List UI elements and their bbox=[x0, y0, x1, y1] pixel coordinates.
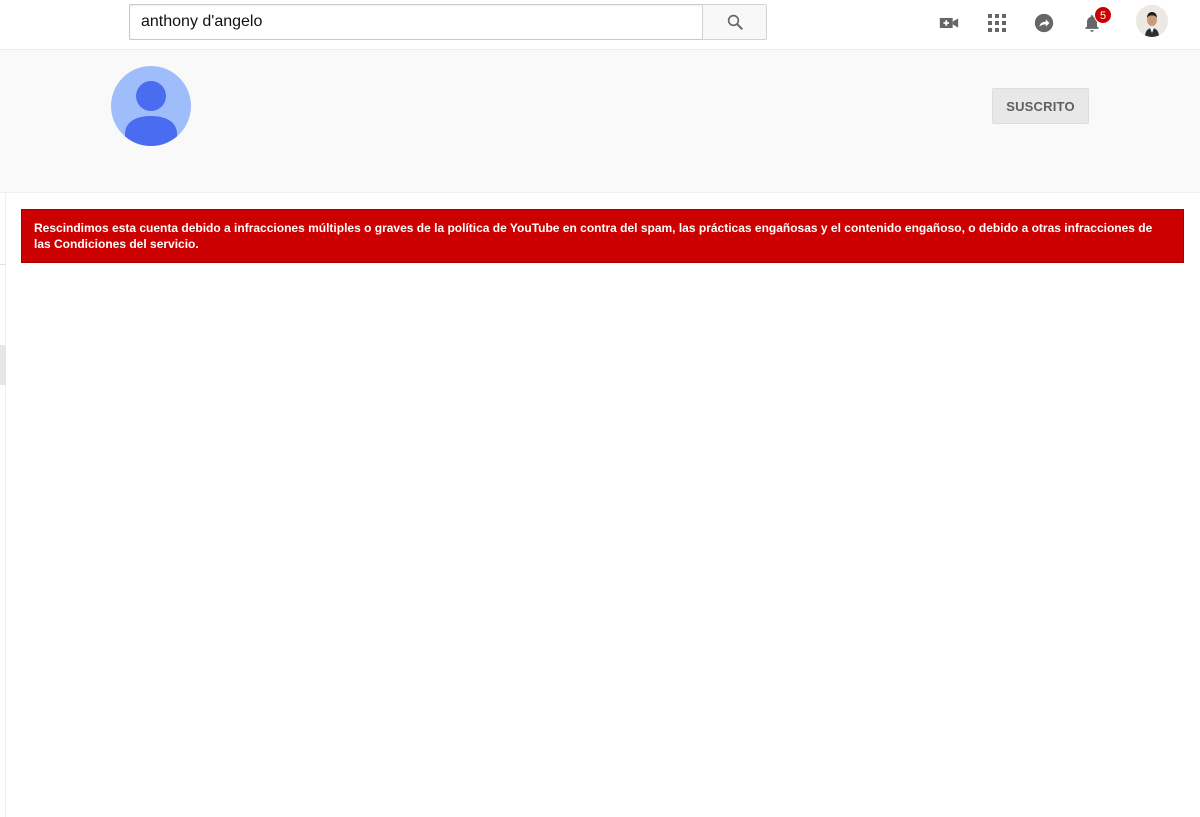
share-arrow-icon bbox=[1034, 13, 1054, 33]
channel-header: SUSCRITO bbox=[0, 50, 1200, 193]
left-edge-strip bbox=[0, 193, 6, 817]
apps-button[interactable] bbox=[982, 8, 1012, 38]
messages-button[interactable] bbox=[1029, 8, 1059, 38]
account-photo-icon bbox=[1136, 5, 1168, 37]
subscribed-button[interactable]: SUSCRITO bbox=[992, 88, 1089, 124]
alert-message: Rescindimos esta cuenta debido a infracc… bbox=[34, 221, 1153, 251]
search-box bbox=[129, 4, 703, 40]
search-button[interactable] bbox=[702, 4, 767, 40]
video-camera-plus-icon bbox=[939, 17, 959, 29]
account-terminated-alert: Rescindimos esta cuenta debido a infracc… bbox=[21, 209, 1184, 263]
channel-avatar bbox=[111, 66, 191, 146]
search-input[interactable] bbox=[130, 5, 703, 39]
left-edge-handle[interactable] bbox=[0, 345, 6, 385]
masthead: 5 bbox=[0, 0, 1200, 50]
notification-count-badge: 5 bbox=[1094, 6, 1112, 24]
search-icon bbox=[727, 14, 743, 30]
account-avatar[interactable] bbox=[1136, 5, 1168, 37]
left-edge-divider bbox=[0, 264, 6, 265]
apps-grid-icon bbox=[988, 14, 1006, 32]
upload-video-button[interactable] bbox=[934, 8, 964, 38]
default-user-icon bbox=[125, 81, 177, 146]
